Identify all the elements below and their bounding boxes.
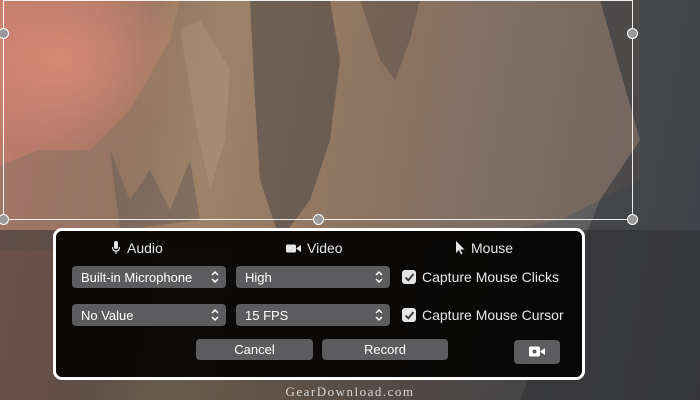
microphone-icon (111, 241, 121, 254)
tab-video[interactable]: Video (286, 239, 343, 257)
watermark-text: GearDownload.com (285, 384, 415, 399)
recording-options-panel: Audio Video Mouse Built-in Microphone Hi… (53, 228, 585, 380)
updown-chevron-icon (375, 270, 383, 284)
capture-mouse-cursor-checkbox[interactable] (402, 308, 416, 322)
updown-chevron-icon (211, 270, 219, 284)
video-quality-value: High (245, 269, 272, 285)
camera-button[interactable] (514, 340, 560, 364)
updown-chevron-icon (375, 308, 383, 322)
capture-mouse-clicks-checkbox[interactable] (402, 270, 416, 284)
resize-handle-bottom-right[interactable] (627, 214, 638, 225)
resize-handle-top-right[interactable] (627, 28, 638, 39)
audio-input-select[interactable]: Built-in Microphone (72, 266, 226, 288)
cancel-button[interactable]: Cancel (196, 339, 313, 360)
capture-mouse-clicks-option[interactable]: Capture Mouse Clicks (402, 268, 559, 286)
frame-rate-select[interactable]: 15 FPS (236, 304, 390, 326)
capture-mouse-clicks-label: Capture Mouse Clicks (422, 269, 559, 285)
resize-handle-bottom-center[interactable] (313, 214, 324, 225)
capture-area-selection[interactable] (3, 0, 633, 220)
audio-setting-select[interactable]: No Value (72, 304, 226, 326)
checkmark-icon (404, 272, 414, 282)
video-quality-select[interactable]: High (236, 266, 390, 288)
tab-mouse[interactable]: Mouse (455, 239, 513, 257)
frame-rate-value: 15 FPS (245, 307, 289, 323)
capture-mouse-cursor-option[interactable]: Capture Mouse Cursor (402, 306, 564, 324)
checkmark-icon (404, 310, 414, 320)
tab-audio[interactable]: Audio (111, 239, 163, 257)
tab-audio-label: Audio (127, 240, 163, 256)
tab-mouse-label: Mouse (471, 240, 514, 256)
cursor-arrow-icon (456, 241, 465, 255)
tab-video-label: Video (307, 240, 343, 256)
updown-chevron-icon (211, 308, 219, 322)
audio-setting-value: No Value (81, 307, 134, 323)
record-button[interactable]: Record (322, 339, 448, 360)
audio-input-value: Built-in Microphone (81, 269, 193, 285)
video-camera-icon (286, 244, 301, 252)
capture-mouse-cursor-label: Capture Mouse Cursor (422, 307, 564, 323)
video-camera-icon (529, 346, 545, 357)
